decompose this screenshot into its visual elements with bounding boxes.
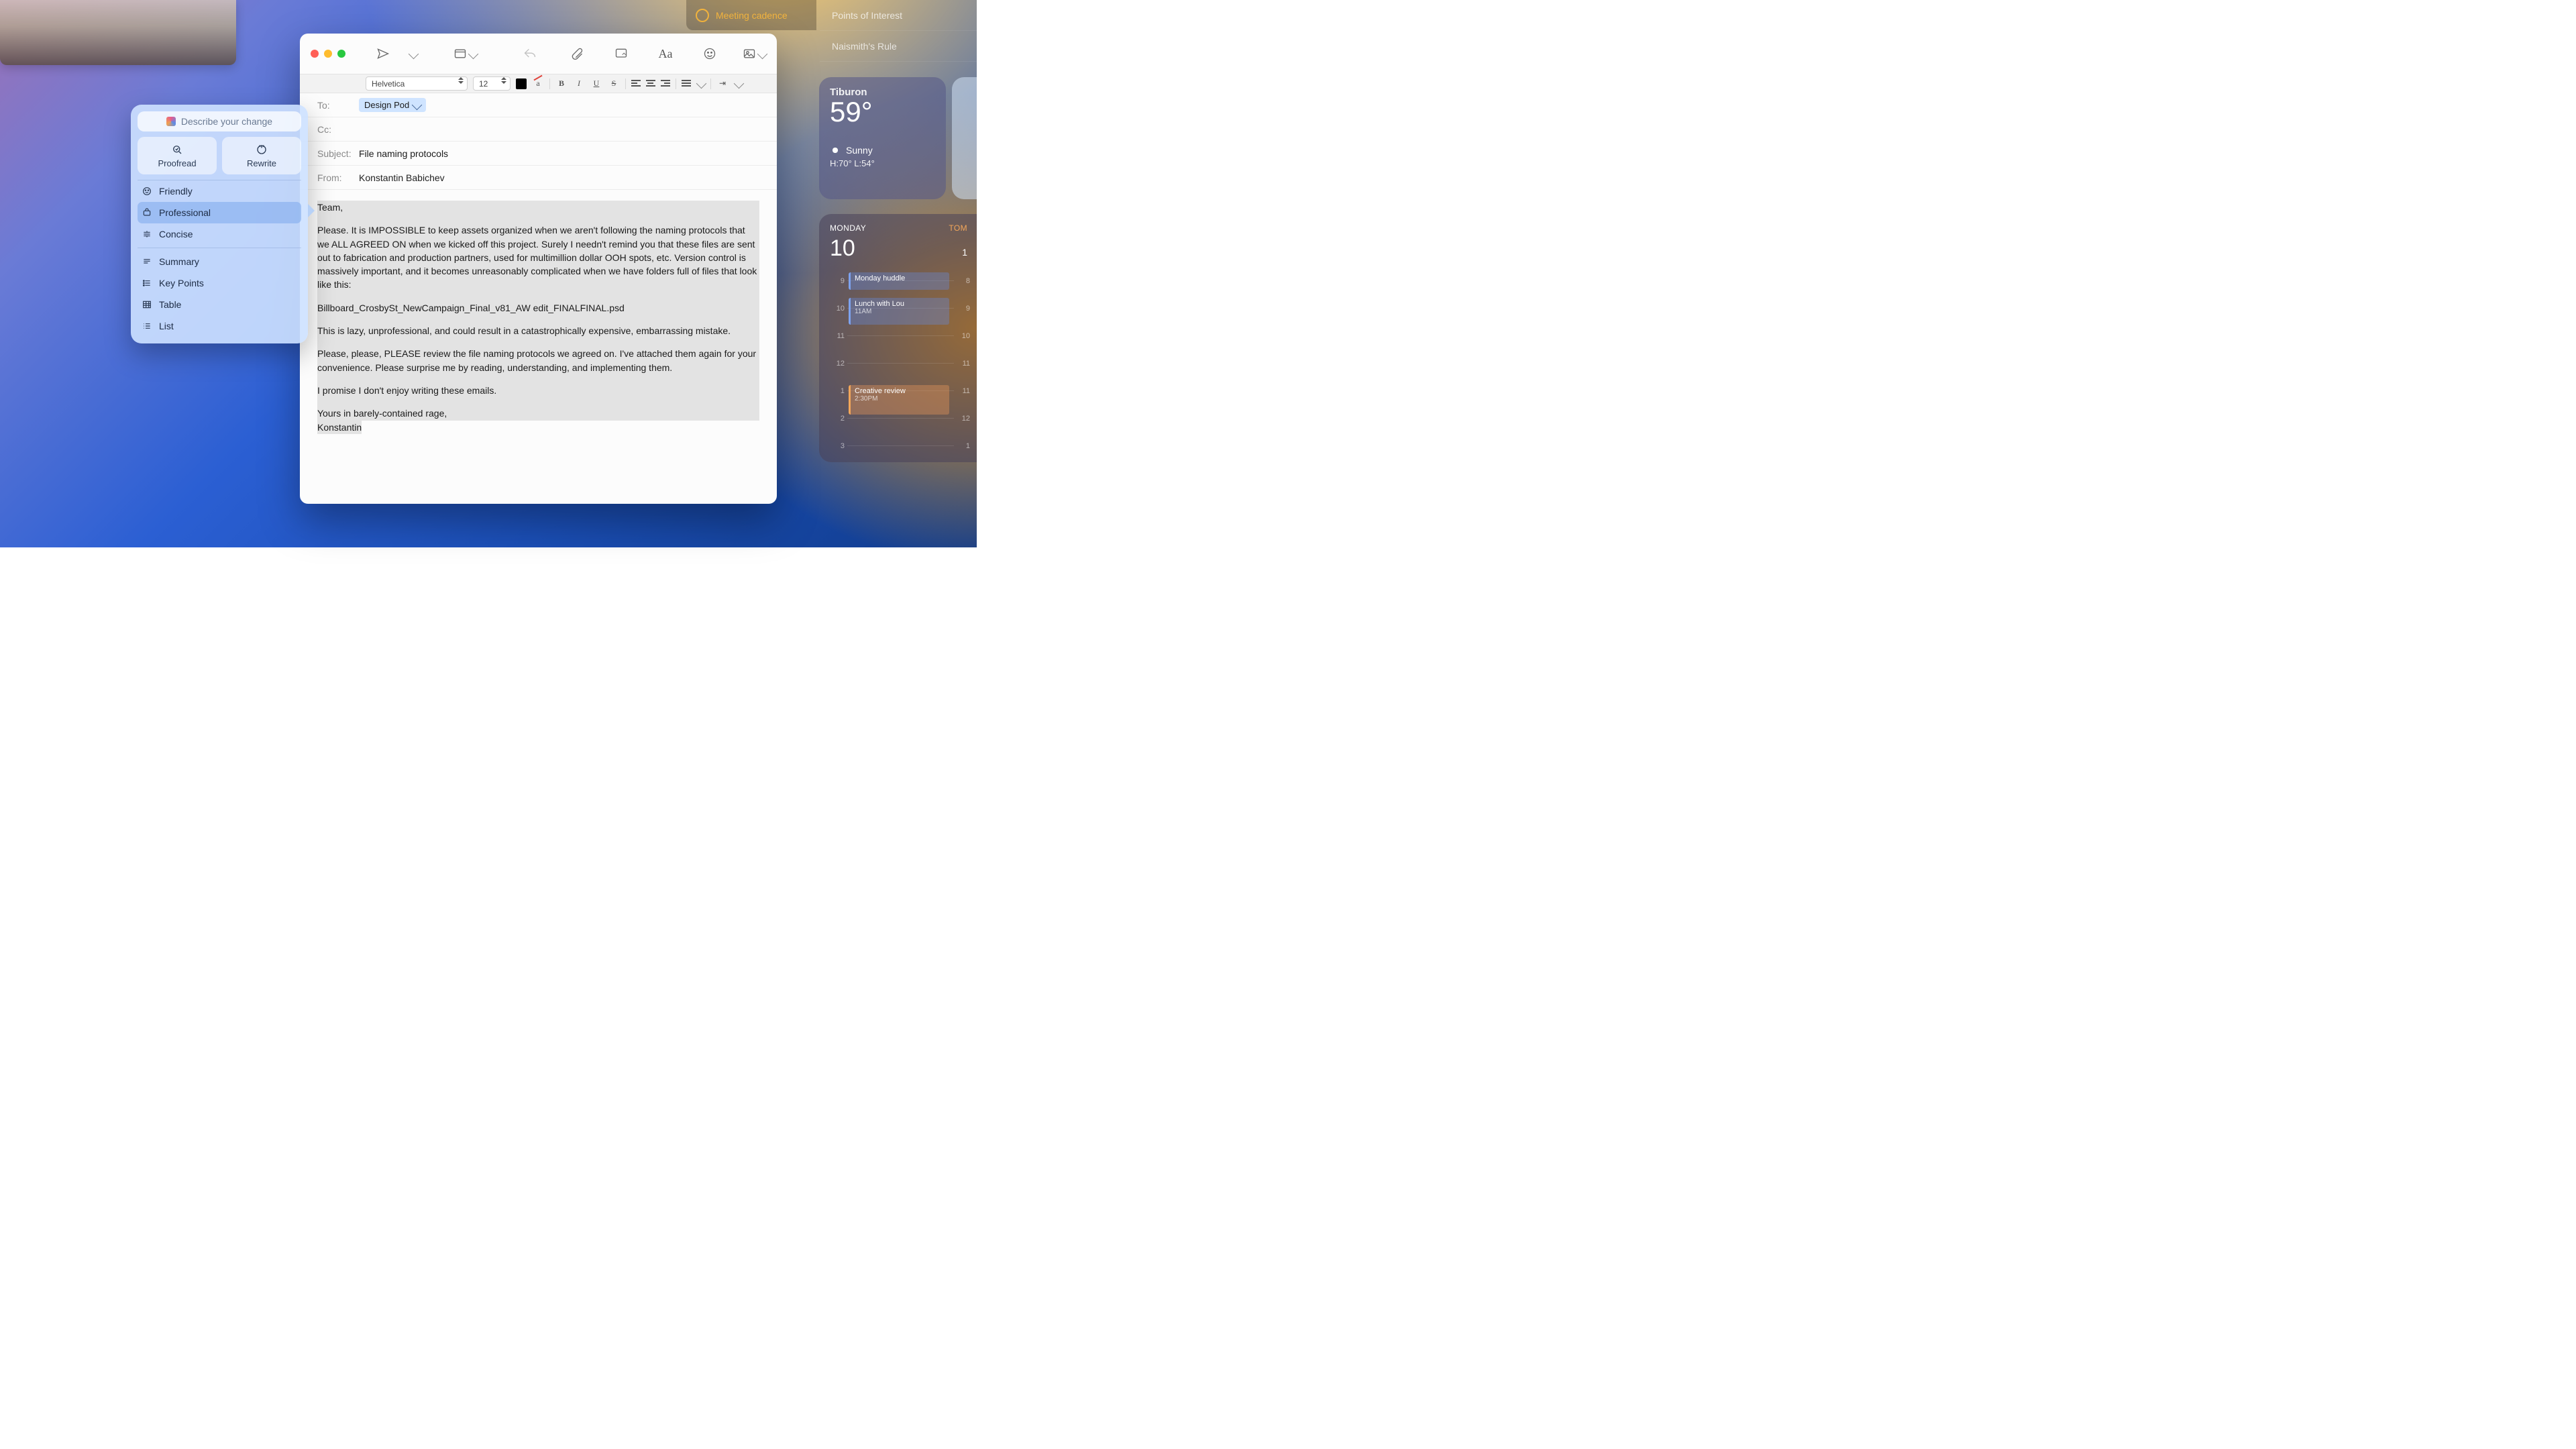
notes-item[interactable]: Naismith's Rule xyxy=(820,31,977,62)
subject-input[interactable]: File naming protocols xyxy=(359,148,448,159)
transform-keypoints[interactable]: Key Points xyxy=(138,272,301,294)
reply-button[interactable] xyxy=(518,44,542,63)
calendar-day-label: MONDAY xyxy=(830,223,866,233)
strike-button[interactable]: S xyxy=(608,78,620,89)
body-line: Please, please, PLEASE review the file n… xyxy=(317,347,759,374)
align-center-button[interactable] xyxy=(646,80,655,88)
emoji-button[interactable] xyxy=(698,44,722,63)
transform-summary[interactable]: Summary xyxy=(138,251,301,272)
sparkle-icon xyxy=(166,117,176,126)
underline-button[interactable]: U xyxy=(590,78,602,89)
body-line: Konstantin xyxy=(317,421,362,434)
calendar-date-today: 10 xyxy=(830,235,855,262)
markup-button[interactable] xyxy=(609,44,633,63)
body-line: Please. It is IMPOSSIBLE to keep assets … xyxy=(317,223,759,291)
sun-icon xyxy=(830,145,841,156)
font-size-select[interactable]: 12 xyxy=(473,76,511,91)
text-color-swatch[interactable] xyxy=(516,78,527,89)
calendar-hour-row: 42 xyxy=(826,460,970,462)
calendar-event[interactable]: Lunch with Lou11AM xyxy=(849,298,949,325)
body-line: Billboard_CrosbySt_NewCampaign_Final_v81… xyxy=(317,301,759,315)
notes-item[interactable]: Points of Interest xyxy=(820,0,977,31)
clock-widget[interactable] xyxy=(952,77,977,199)
from-label: From: xyxy=(317,172,359,183)
window-titlebar: Aa xyxy=(300,34,777,74)
calendar-event[interactable]: Creative review2:30PM xyxy=(849,385,949,415)
window-minimize-button[interactable] xyxy=(324,50,332,58)
indent-button[interactable]: ⇥ xyxy=(716,78,729,89)
body-line: Yours in barely-contained rage, xyxy=(317,407,759,420)
list-style-button[interactable] xyxy=(682,80,691,88)
body-line: I promise I don't enjoy writing these em… xyxy=(317,384,759,397)
attach-button[interactable] xyxy=(565,44,589,63)
writing-tools-popover: Describe your change Proofread Rewrite F… xyxy=(131,105,308,343)
desktop-photo-widget xyxy=(0,0,236,65)
send-options-chevron[interactable] xyxy=(400,44,425,63)
reminders-meeting-item[interactable]: Meeting cadence xyxy=(686,0,816,30)
mail-compose-window: Aa Helvetica 12 a B I U S ⇥ xyxy=(300,34,777,504)
window-zoom-button[interactable] xyxy=(337,50,345,58)
body-line: This is lazy, unprofessional, and could … xyxy=(317,324,759,337)
italic-button[interactable]: I xyxy=(573,78,585,89)
align-right-button[interactable] xyxy=(661,80,670,88)
to-label: To: xyxy=(317,100,359,111)
describe-change-placeholder: Describe your change xyxy=(181,116,272,127)
cc-row[interactable]: Cc: xyxy=(300,117,777,142)
tone-friendly[interactable]: Friendly xyxy=(138,180,301,202)
reminders-meeting-label: Meeting cadence xyxy=(716,10,788,21)
transform-table[interactable]: Table xyxy=(138,294,301,315)
format-button[interactable]: Aa xyxy=(653,44,678,63)
header-fields-button[interactable] xyxy=(453,44,477,63)
bold-button[interactable]: B xyxy=(555,78,568,89)
weather-hilo: H:70° L:54° xyxy=(830,158,935,168)
subject-row[interactable]: Subject: File naming protocols xyxy=(300,142,777,166)
calendar-date-tomorrow: 1 xyxy=(962,247,967,262)
window-close-button[interactable] xyxy=(311,50,319,58)
notes-widget: Points of Interest Naismith's Rule xyxy=(820,0,977,62)
calendar-hour-row: 1211 xyxy=(826,350,970,377)
tone-concise[interactable]: Concise xyxy=(138,223,301,245)
indent-chevron[interactable] xyxy=(734,78,745,89)
list-style-chevron[interactable] xyxy=(696,78,707,89)
rewrite-button[interactable]: Rewrite xyxy=(222,137,301,174)
align-left-button[interactable] xyxy=(631,80,641,88)
format-bar: Helvetica 12 a B I U S ⇥ xyxy=(300,74,777,93)
calendar-tomorrow-label: TOM xyxy=(949,223,967,233)
weather-city: Tiburon xyxy=(830,87,935,98)
calendar-widget[interactable]: MONDAY TOM 10 1 98109111012111112123142M… xyxy=(819,214,977,462)
transform-list[interactable]: List xyxy=(138,315,301,337)
recipient-chip[interactable]: Design Pod xyxy=(359,98,426,112)
describe-change-field[interactable]: Describe your change xyxy=(138,111,301,131)
weather-temp: 59° xyxy=(830,98,935,126)
to-row[interactable]: To: Design Pod xyxy=(300,93,777,117)
message-body[interactable]: Team, Please. It is IMPOSSIBLE to keep a… xyxy=(300,190,777,504)
weather-cond: Sunny xyxy=(846,145,873,156)
tone-professional[interactable]: Professional xyxy=(138,202,301,223)
calendar-hour-row: 31 xyxy=(826,432,970,460)
body-line: Team, xyxy=(317,201,759,214)
photo-browser-button[interactable] xyxy=(742,44,766,63)
subject-label: Subject: xyxy=(317,148,359,159)
send-button[interactable] xyxy=(371,44,395,63)
calendar-hour-row: 1110 xyxy=(826,322,970,350)
from-value: Konstantin Babichev xyxy=(359,172,445,183)
calendar-event[interactable]: Monday huddle xyxy=(849,272,949,290)
from-row[interactable]: From: Konstantin Babichev xyxy=(300,166,777,190)
font-family-select[interactable]: Helvetica xyxy=(366,76,468,91)
weather-widget[interactable]: Tiburon 59° Sunny H:70° L:54° xyxy=(819,77,946,199)
circle-icon xyxy=(696,9,709,22)
proofread-button[interactable]: Proofread xyxy=(138,137,217,174)
clear-style-button[interactable]: a xyxy=(532,78,544,89)
cc-label: Cc: xyxy=(317,124,359,135)
